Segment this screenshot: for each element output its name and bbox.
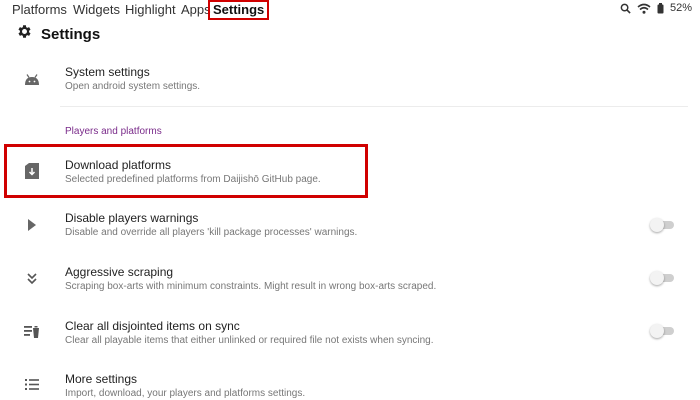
disable-players-warnings-title: Disable players warnings xyxy=(65,211,199,225)
status-bar: 52% xyxy=(620,2,692,14)
top-tab-bar: Platforms Widgets Highlight Apps Setting… xyxy=(0,0,700,20)
search-icon[interactable] xyxy=(620,3,631,14)
system-settings-subtitle: Open android system settings. xyxy=(65,81,201,92)
android-icon xyxy=(22,70,42,90)
tab-settings[interactable]: Settings xyxy=(208,0,270,20)
battery-icon xyxy=(657,2,664,14)
disable-players-warnings-subtitle: Disable and override all players 'kill p… xyxy=(65,227,358,238)
more-settings-subtitle: Import, download, your players and platf… xyxy=(65,388,306,399)
clear-disjointed-items-subtitle: Clear all playable items that either unl… xyxy=(65,335,434,346)
disable-players-warnings-toggle[interactable] xyxy=(650,218,676,232)
play-icon xyxy=(22,215,42,235)
aggressive-scraping-title: Aggressive scraping xyxy=(65,265,174,279)
clear-list-icon xyxy=(22,322,42,342)
toggle-knob xyxy=(650,218,664,232)
highlight-box xyxy=(4,144,368,198)
toggle-knob xyxy=(650,324,664,338)
tab-highlight[interactable]: Highlight xyxy=(125,2,176,18)
tab-apps[interactable]: Apps xyxy=(181,2,211,18)
aggressive-scraping-subtitle: Scraping box-arts with minimum constrain… xyxy=(65,281,437,292)
divider xyxy=(60,106,688,107)
list-icon xyxy=(22,374,42,394)
more-settings-row[interactable]: More settings Import, download, your pla… xyxy=(0,366,700,400)
more-settings-title: More settings xyxy=(65,372,138,386)
clear-disjointed-items-toggle[interactable] xyxy=(650,324,676,338)
tab-widgets[interactable]: Widgets xyxy=(73,2,120,18)
clear-disjointed-items-title: Clear all disjointed items on sync xyxy=(65,319,240,333)
battery-percent: 52% xyxy=(669,2,692,14)
section-label-players-platforms: Players and platforms xyxy=(65,126,162,137)
page-title: Settings xyxy=(41,25,101,43)
aggressive-scraping-row[interactable]: Aggressive scraping Scraping box-arts wi… xyxy=(0,259,700,303)
clear-disjointed-items-row[interactable]: Clear all disjointed items on sync Clear… xyxy=(0,312,700,356)
double-chevron-down-icon xyxy=(22,269,42,289)
gear-icon xyxy=(16,23,33,45)
system-settings-title: System settings xyxy=(65,65,150,79)
toggle-knob xyxy=(650,271,664,285)
wifi-icon xyxy=(637,3,651,14)
disable-players-warnings-row[interactable]: Disable players warnings Disable and ove… xyxy=(0,205,700,249)
tab-platforms[interactable]: Platforms xyxy=(12,2,67,18)
aggressive-scraping-toggle[interactable] xyxy=(650,271,676,285)
page-header: Settings xyxy=(16,22,100,46)
system-settings-row[interactable]: System settings Open android system sett… xyxy=(0,58,700,104)
